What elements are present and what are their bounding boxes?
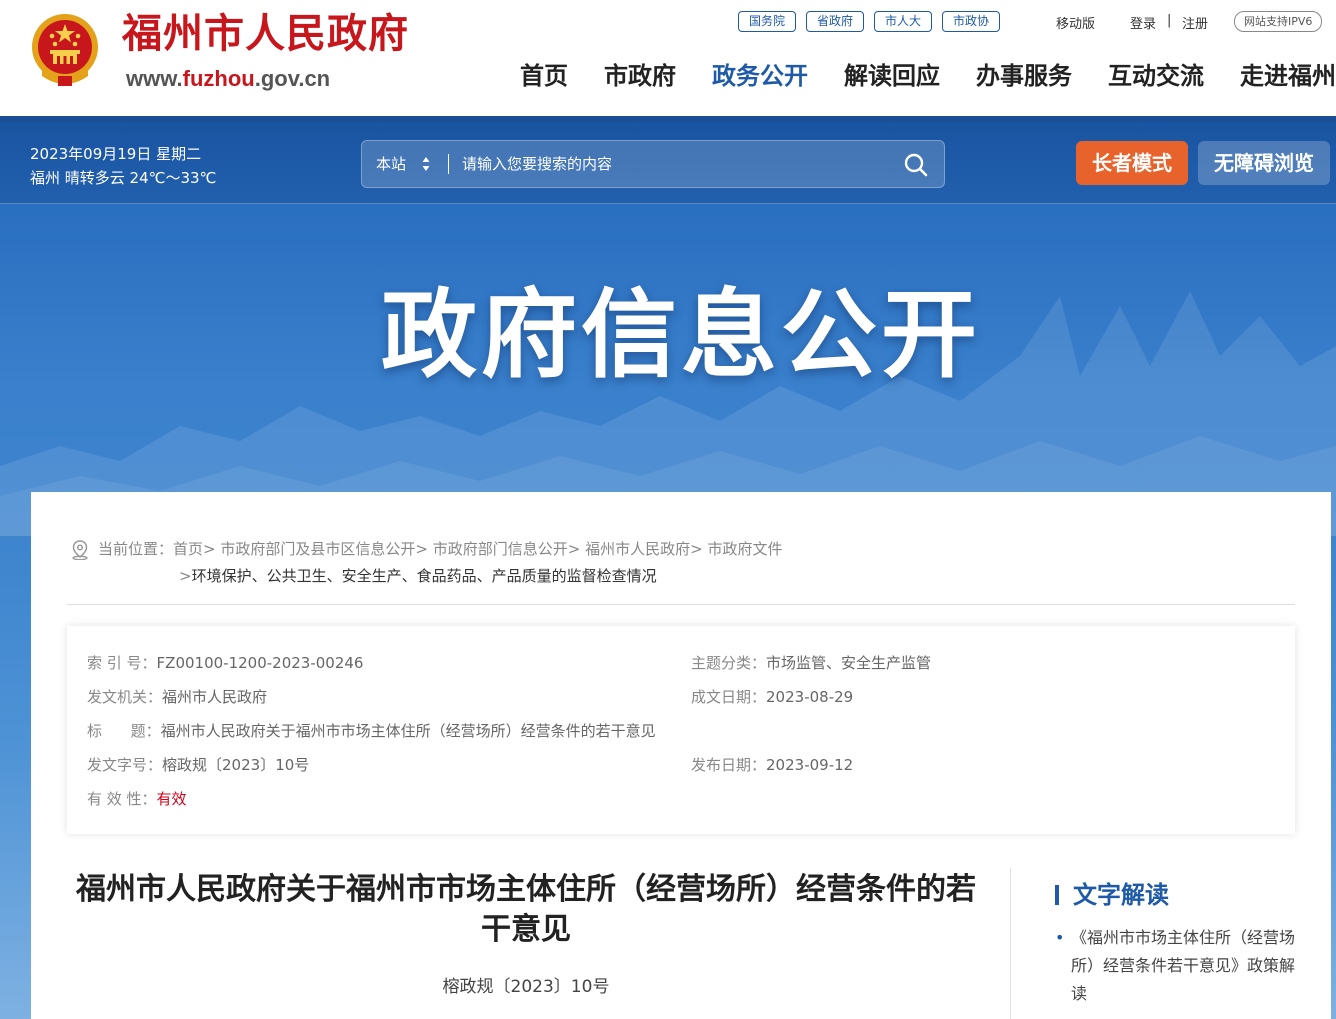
meta-topic-value: 市场监管、安全生产监管 bbox=[766, 654, 932, 672]
meta-title-value: 福州市人民政府关于福州市市场主体住所（经营场所）经营条件的若干意见 bbox=[160, 722, 656, 740]
content-card: 当前位置：首页> 市政府部门及县市区信息公开> 市政府部门信息公开> 福州市人民… bbox=[31, 492, 1331, 1019]
site-url[interactable]: www.fuzhou.gov.cn bbox=[126, 66, 330, 92]
meta-index-value: FZ00100-1200-2023-00246 bbox=[156, 654, 364, 672]
sort-arrows-icon[interactable] bbox=[422, 156, 430, 172]
site-url-prefix: www. bbox=[126, 66, 183, 91]
meta-title-label: 标 题： bbox=[87, 722, 161, 740]
breadcrumb-row: >环境保护、公共卫生、安全生产、食品药品、产品质量的监督检查情况 bbox=[179, 563, 657, 590]
meta-validity-label: 有 效 性： bbox=[87, 790, 157, 808]
nav-interaction[interactable]: 互动交流 bbox=[1090, 58, 1222, 94]
sidebar-title-text: 文字解读 bbox=[1073, 881, 1169, 909]
nav-home[interactable]: 首页 bbox=[502, 58, 586, 94]
document-title: 福州市人民政府关于福州市市场主体住所（经营场所）经营条件的若干意见 bbox=[76, 872, 976, 947]
breadcrumb-row: 当前位置：首页> 市政府部门及县市区信息公开> 市政府部门信息公开> 福州市人民… bbox=[98, 536, 783, 563]
breadcrumb-dept-and-county[interactable]: 市政府部门及县市区信息公开 bbox=[220, 540, 415, 558]
meta-topic-label: 主题分类： bbox=[691, 654, 767, 672]
location-pin-icon bbox=[72, 540, 88, 560]
breadcrumb-separator: > bbox=[567, 540, 581, 558]
weather: 福州 晴转多云 24℃～33℃ bbox=[30, 169, 217, 187]
document-number: 榕政规〔2023〕10号 bbox=[442, 977, 610, 997]
accessible-browse-button[interactable]: 无障碍浏览 bbox=[1198, 141, 1330, 185]
site-url-highlight: fuzhou bbox=[182, 66, 255, 91]
site-name[interactable]: 福州市人民政府 bbox=[122, 12, 409, 56]
meta-issuer-label: 发文机关： bbox=[87, 688, 163, 706]
breadcrumb-current[interactable]: 环境保护、公共卫生、安全生产、食品药品、产品质量的监督检查情况 bbox=[192, 567, 657, 585]
meta-issuer: 发文机关：福州市人民政府 bbox=[87, 686, 267, 708]
document-metadata: 索 引 号：FZ00100-1200-2023-00246 主题分类：市场监管、… bbox=[67, 626, 1295, 834]
sidebar-title: 文字解读 bbox=[1055, 880, 1169, 910]
quick-links: 国务院 省政府 市人大 市政协 bbox=[738, 11, 1001, 32]
breadcrumb-separator: > bbox=[203, 540, 216, 558]
meta-docno-value: 榕政规〔2023〕10号 bbox=[162, 756, 310, 774]
quick-link-cppcc[interactable]: 市政协 bbox=[942, 11, 1001, 32]
breadcrumb-home[interactable]: 首页 bbox=[173, 540, 203, 558]
meta-validity: 有 效 性：有效 bbox=[87, 788, 187, 810]
bullet-icon: • bbox=[1055, 928, 1065, 947]
search-divider bbox=[448, 154, 449, 174]
meta-docno-label: 发文字号： bbox=[87, 756, 163, 774]
meta-published: 发布日期：2023-09-12 bbox=[691, 754, 853, 776]
meta-created-label: 成文日期： bbox=[691, 688, 767, 706]
site-url-suffix: .gov.cn bbox=[254, 66, 331, 91]
elder-mode-button[interactable]: 长者模式 bbox=[1076, 141, 1188, 185]
breadcrumb-dept-info[interactable]: 市政府部门信息公开 bbox=[433, 540, 568, 558]
meta-docno: 发文字号：榕政规〔2023〕10号 bbox=[87, 754, 309, 776]
meta-published-label: 发布日期： bbox=[691, 756, 767, 774]
main-nav: 首页 市政府 政务公开 解读回应 办事服务 互动交流 走进福州 bbox=[502, 58, 1336, 94]
meta-validity-value: 有效 bbox=[156, 790, 187, 808]
nav-city-government[interactable]: 市政府 bbox=[586, 58, 694, 94]
breadcrumb-separator: > bbox=[179, 567, 192, 585]
nav-about-fuzhou[interactable]: 走进福州 bbox=[1222, 58, 1336, 94]
ipv6-badge: 网站支持IPV6 bbox=[1234, 11, 1323, 32]
meta-published-value: 2023-09-12 bbox=[766, 756, 854, 774]
sidebar-item-label[interactable]: 《福州市市场主体住所（经营场所）经营条件若干意见》政策解读 bbox=[1071, 928, 1295, 1003]
quick-link-state-council[interactable]: 国务院 bbox=[738, 11, 797, 32]
sidebar-title-bar bbox=[1055, 885, 1059, 905]
register-link[interactable]: 注册 bbox=[1182, 13, 1208, 32]
meta-issuer-value: 福州市人民政府 bbox=[162, 688, 268, 706]
quick-link-province[interactable]: 省政府 bbox=[806, 11, 865, 32]
breadcrumb-label: 当前位置： bbox=[98, 540, 174, 558]
meta-created-value: 2023-08-29 bbox=[766, 688, 854, 706]
sidebar-item-interpretation[interactable]: • 《福州市市场主体住所（经营场所）经营条件若干意见》政策解读 bbox=[1055, 924, 1301, 1008]
column-divider bbox=[1010, 868, 1011, 1019]
nav-government-affairs[interactable]: 政务公开 bbox=[694, 58, 826, 94]
search-scope-select[interactable]: 本站 bbox=[376, 141, 406, 187]
breadcrumb-separator: > bbox=[690, 540, 703, 558]
login-link[interactable]: 登录 bbox=[1130, 13, 1156, 32]
breadcrumb-city-government[interactable]: 福州市人民政府 bbox=[585, 540, 690, 558]
search-bar: 本站 bbox=[361, 140, 945, 188]
search-input[interactable] bbox=[462, 149, 892, 179]
current-date: 2023年09月19日 星期二 bbox=[30, 145, 202, 163]
meta-created: 成文日期：2023-08-29 bbox=[691, 686, 853, 708]
hero-title: 政府信息公开 bbox=[381, 279, 981, 391]
meta-index-label: 索 引 号： bbox=[87, 654, 157, 672]
date-weather: 2023年09月19日 星期二 福州 晴转多云 24℃～33℃ bbox=[30, 142, 216, 190]
site-header: 福州市人民政府 www.fuzhou.gov.cn 国务院 省政府 市人大 市政… bbox=[0, 0, 1336, 116]
nav-interpretation[interactable]: 解读回应 bbox=[826, 58, 958, 94]
national-emblem-icon[interactable] bbox=[30, 12, 100, 88]
meta-title: 标 题：福州市人民政府关于福州市市场主体住所（经营场所）经营条件的若干意见 bbox=[87, 720, 656, 742]
search-icon[interactable] bbox=[902, 151, 930, 179]
meta-topic: 主题分类：市场监管、安全生产监管 bbox=[691, 652, 931, 674]
mobile-version-link[interactable]: 移动版 bbox=[1056, 13, 1095, 32]
quick-link-congress[interactable]: 市人大 bbox=[874, 11, 933, 32]
breadcrumb-gov-documents[interactable]: 市政府文件 bbox=[708, 540, 783, 558]
meta-index: 索 引 号：FZ00100-1200-2023-00246 bbox=[87, 652, 363, 674]
breadcrumb-separator: > bbox=[415, 540, 428, 558]
nav-services[interactable]: 办事服务 bbox=[958, 58, 1090, 94]
breadcrumb-divider bbox=[67, 604, 1295, 605]
login-separator: | bbox=[1167, 13, 1172, 28]
